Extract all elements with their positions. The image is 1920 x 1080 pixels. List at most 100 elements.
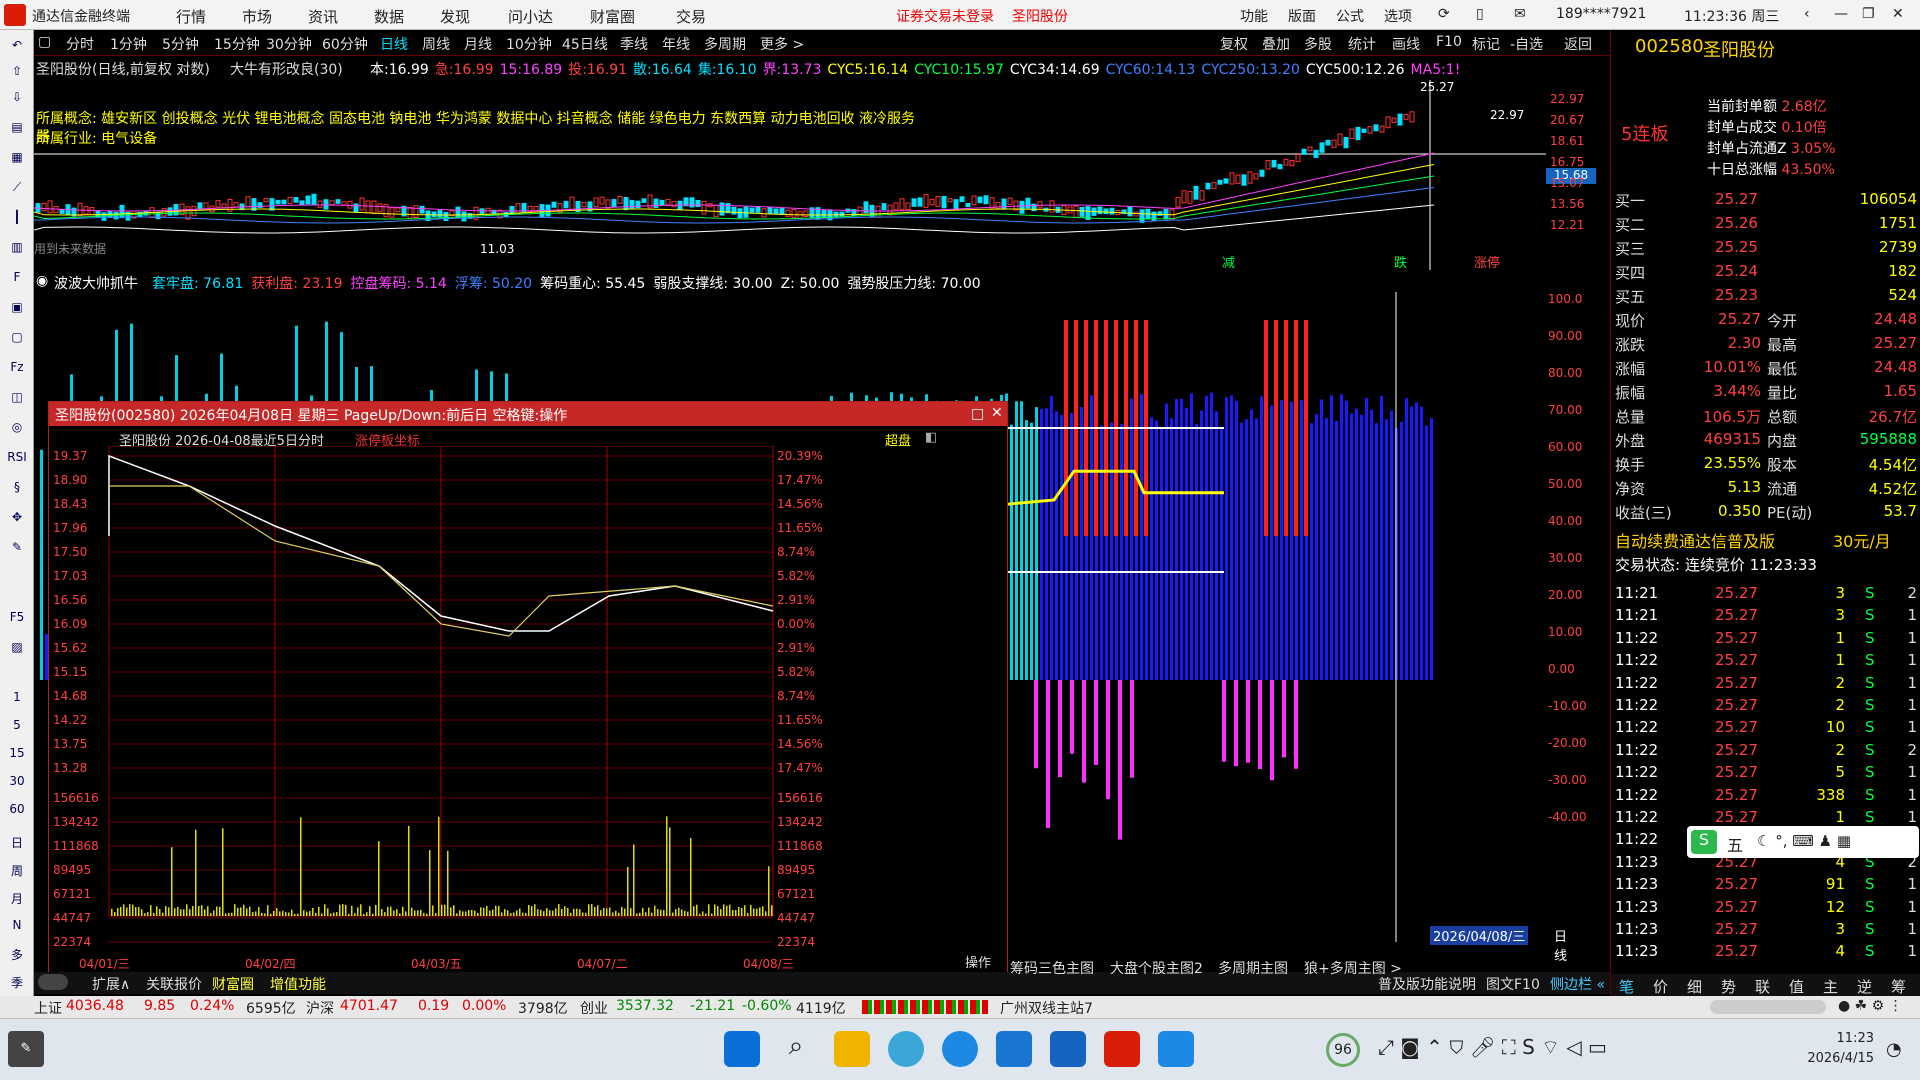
pen-icon[interactable]: ✎ bbox=[2, 540, 32, 554]
minimize-icon[interactable]: — bbox=[1834, 6, 1848, 22]
btn-huaxian[interactable]: 画线 bbox=[1392, 34, 1420, 54]
btn-diejia[interactable]: 叠加 bbox=[1262, 34, 1290, 54]
right-tab[interactable]: 细 bbox=[1687, 976, 1702, 997]
notepad-icon[interactable] bbox=[996, 1031, 1032, 1067]
ime-toolbar[interactable]: S 五 ☾ °, ⌨ ♟ ▦ bbox=[1687, 826, 1919, 858]
menu-item-shichang[interactable]: 市场 bbox=[242, 6, 272, 27]
period-more[interactable]: 更多 > bbox=[760, 34, 804, 54]
period-weekly[interactable]: 周线 bbox=[422, 34, 450, 54]
toggle-switch[interactable] bbox=[38, 974, 68, 990]
tdx-app-icon[interactable] bbox=[1104, 1031, 1140, 1067]
period-monthly[interactable]: 月线 bbox=[464, 34, 492, 54]
tab-kuozhan[interactable]: 扩展∧ bbox=[92, 974, 130, 994]
taskbar-clock[interactable]: 11:23 bbox=[1822, 1031, 1874, 1046]
server-station[interactable]: 广州双线主站7 bbox=[1000, 998, 1093, 1018]
period-n[interactable]: N bbox=[2, 918, 32, 932]
mail-icon[interactable]: ✉ bbox=[1514, 6, 1526, 22]
btn-zixuan[interactable]: -自选 bbox=[1510, 34, 1543, 54]
search-icon[interactable]: ⌕ bbox=[778, 1031, 814, 1067]
indicator-name[interactable]: 波波大帅抓牛 bbox=[54, 273, 138, 293]
file-explorer-icon[interactable] bbox=[834, 1031, 870, 1067]
right-tab[interactable]: 价 bbox=[1653, 976, 1668, 997]
period-60[interactable]: 60 bbox=[2, 802, 32, 816]
period-15[interactable]: 15 bbox=[2, 746, 32, 760]
fund-icon[interactable]: ▢ bbox=[2, 330, 32, 344]
ime-tools-icon[interactable]: ☾ °, ⌨ ♟ ▦ bbox=[1757, 832, 1851, 850]
period-fenshi[interactable]: 分时 bbox=[66, 34, 94, 54]
right-tab[interactable]: 筹 bbox=[1891, 976, 1906, 997]
meeting-icon[interactable] bbox=[1158, 1031, 1194, 1067]
menu-item-caifuquan[interactable]: 财富圈 bbox=[590, 6, 635, 27]
btn-biaoji[interactable]: 标记 bbox=[1472, 34, 1500, 54]
menu-banmian[interactable]: 版面 bbox=[1288, 6, 1316, 26]
f5-icon[interactable]: F5 bbox=[2, 610, 32, 624]
tab-zengzhi[interactable]: 增值功能 bbox=[270, 974, 326, 994]
order-row[interactable]: 买四 25.24 182 bbox=[1611, 260, 1920, 282]
menu-item-zixun[interactable]: 资讯 bbox=[308, 6, 338, 27]
tab-shuoming[interactable]: 普及版功能说明 bbox=[1378, 974, 1476, 994]
menu-gongshi[interactable]: 公式 bbox=[1336, 6, 1364, 26]
menu-item-faxian[interactable]: 发现 bbox=[440, 6, 470, 27]
popup-op-label[interactable]: 操作 bbox=[965, 952, 991, 971]
right-tab[interactable]: 势 bbox=[1721, 976, 1736, 997]
edge-icon[interactable] bbox=[942, 1031, 978, 1067]
tab-choumasanse[interactable]: 筹码三色主图 bbox=[1010, 958, 1094, 978]
popup-chart-svg[interactable]: 19.37 20.39% 18.90 17.47% 18.43 14.56% 17.96 11… bbox=[49, 446, 1007, 972]
order-row[interactable]: 买三 25.25 2739 bbox=[1611, 236, 1920, 258]
windows-start-icon[interactable] bbox=[724, 1031, 760, 1067]
period-day[interactable]: 日 bbox=[2, 834, 32, 851]
kline-chart[interactable]: 所属概念: 雄安新区 创投概念 光伏 锂电池概念 固态电池 钠电池 华为鸿蒙 数… bbox=[34, 80, 1596, 271]
nav-up-icon[interactable]: ⇧ bbox=[2, 64, 32, 78]
btn-fuquan[interactable]: 复权 bbox=[1220, 34, 1248, 54]
candle-icon[interactable]: ┃ bbox=[2, 210, 32, 224]
app-blue-icon[interactable] bbox=[1050, 1031, 1086, 1067]
cy-value[interactable]: 3537.32 bbox=[616, 998, 674, 1014]
tray-icons[interactable]: ⤢ ◙ ⌃ ⛉ 🎤︎ ⛶ S ⌔ ◁ ▭ bbox=[1378, 1035, 1607, 1060]
period-5[interactable]: 5 bbox=[2, 718, 32, 732]
period-45day[interactable]: 45日线 bbox=[562, 34, 608, 54]
period-5min[interactable]: 5分钟 bbox=[162, 34, 199, 54]
score-badge[interactable]: 96 bbox=[1326, 1033, 1360, 1067]
notification-icon[interactable]: ◔ bbox=[1886, 1039, 1902, 1060]
period-week[interactable]: 周 bbox=[2, 862, 32, 879]
s-icon[interactable]: § bbox=[2, 480, 32, 494]
btn-duogu[interactable]: 多股 bbox=[1304, 34, 1332, 54]
tab-duozhouqi[interactable]: 多周期主图 bbox=[1218, 958, 1288, 978]
popup-panel-icon[interactable]: ◧ bbox=[925, 430, 937, 445]
nav-back-icon[interactable]: ↶ bbox=[2, 38, 32, 52]
popup-maximize-icon[interactable]: □ bbox=[971, 406, 984, 422]
stack-icon[interactable]: ▨ bbox=[2, 640, 32, 654]
circle-icon[interactable]: ◎ bbox=[2, 420, 32, 434]
promo-price[interactable]: 30元/月 bbox=[1833, 528, 1891, 552]
tab-dapangegu[interactable]: 大盘个股主图2 bbox=[1110, 958, 1203, 978]
period-30[interactable]: 30 bbox=[2, 774, 32, 788]
ime-mode[interactable]: 五 bbox=[1727, 832, 1743, 856]
sh-value[interactable]: 4036.48 bbox=[66, 998, 124, 1014]
menu-item-shuju[interactable]: 数据 bbox=[374, 6, 404, 27]
right-tab[interactable]: 值 bbox=[1789, 976, 1804, 997]
kline-formula[interactable]: 大牛有形改良(30) bbox=[230, 59, 343, 79]
move-icon[interactable]: ✥ bbox=[2, 510, 32, 524]
period-season[interactable]: 季线 bbox=[620, 34, 648, 54]
tool-icon[interactable]: ◫ bbox=[2, 390, 32, 404]
tab-caifuquan[interactable]: 财富圈 bbox=[212, 974, 254, 994]
tab-sidebar[interactable]: 侧边栏 « bbox=[1550, 974, 1605, 994]
menu-item-hangqing[interactable]: 行情 bbox=[176, 6, 206, 27]
popup-close-icon[interactable]: ✕ bbox=[991, 405, 1003, 421]
phone-icon[interactable]: ▯ bbox=[1476, 6, 1484, 22]
order-row[interactable]: 买五 25.23 524 bbox=[1611, 284, 1920, 306]
period-1min[interactable]: 1分钟 bbox=[110, 34, 147, 54]
browser-icon[interactable] bbox=[888, 1031, 924, 1067]
popup-title[interactable]: 圣阳股份(002580) 2026年04月08日 星期三 PageUp/Down… bbox=[49, 402, 1007, 426]
right-tab[interactable]: 主 bbox=[1823, 976, 1838, 997]
menu-xuanxiang[interactable]: 选项 bbox=[1384, 6, 1412, 26]
kline-svg[interactable] bbox=[34, 80, 1546, 270]
mic-icon[interactable]: ✎ bbox=[8, 1031, 44, 1067]
period-daily[interactable]: 日线 bbox=[380, 34, 408, 54]
period-season[interactable]: 季 bbox=[2, 974, 32, 991]
news-icon[interactable]: ▣ bbox=[2, 300, 32, 314]
period-year[interactable]: 年线 bbox=[662, 34, 690, 54]
close-icon[interactable]: ✕ bbox=[1892, 6, 1904, 22]
indicator-close-icon[interactable]: ◉ bbox=[36, 273, 48, 289]
menu-gongneng[interactable]: 功能 bbox=[1240, 6, 1268, 26]
